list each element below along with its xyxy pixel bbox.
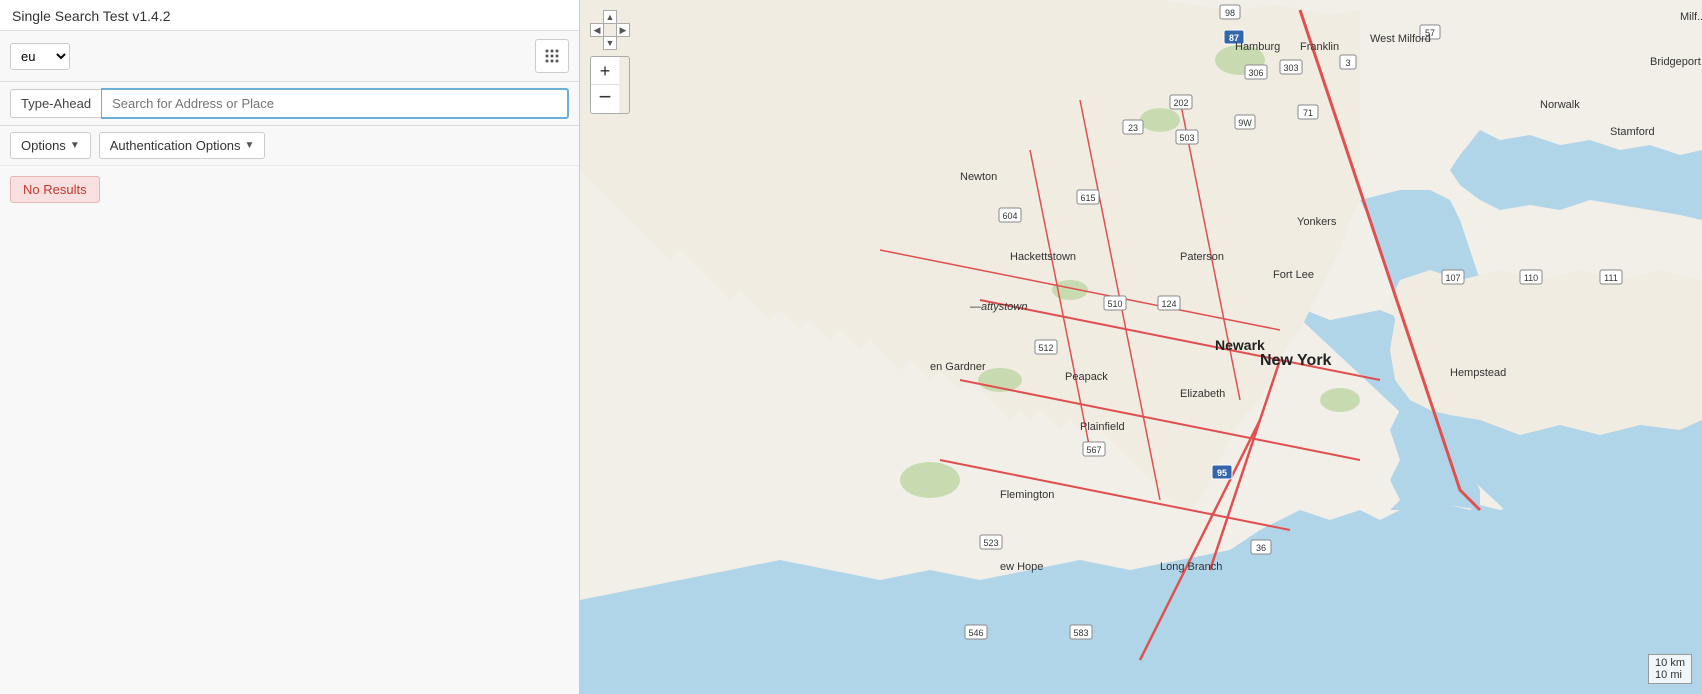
- svg-text:124: 124: [1161, 299, 1176, 309]
- zoom-controls: + −: [590, 56, 630, 114]
- auth-options-label: Authentication Options: [110, 138, 241, 153]
- svg-text:523: 523: [983, 538, 998, 548]
- svg-text:583: 583: [1073, 628, 1088, 638]
- svg-text:202: 202: [1173, 98, 1188, 108]
- svg-text:111: 111: [1604, 273, 1618, 283]
- svg-text:Franklin: Franklin: [1300, 41, 1339, 53]
- map-controls: ▲ ◀ ▶ ▼ + −: [590, 10, 630, 114]
- svg-text:Hempstead: Hempstead: [1450, 367, 1506, 379]
- svg-text:Peapack: Peapack: [1065, 371, 1108, 383]
- no-results-badge: No Results: [10, 176, 100, 203]
- svg-text:306: 306: [1248, 68, 1263, 78]
- top-controls: eu us ca au: [0, 31, 579, 82]
- auth-options-button[interactable]: Authentication Options ▼: [99, 132, 266, 159]
- svg-text:Newark: Newark: [1215, 337, 1265, 353]
- options-label: Options: [21, 138, 66, 153]
- svg-text:Stamford: Stamford: [1610, 126, 1655, 138]
- svg-text:Flemington: Flemington: [1000, 489, 1054, 501]
- svg-text:23: 23: [1128, 123, 1138, 133]
- map-svg: 87 306 303 202 23 503 9W 71 3 57 98 604: [580, 0, 1702, 694]
- svg-text:Newton: Newton: [960, 171, 997, 183]
- svg-text:510: 510: [1107, 299, 1122, 309]
- scatter-icon: [543, 47, 561, 65]
- svg-text:West Milford: West Milford: [1370, 33, 1431, 45]
- svg-text:en Gardner: en Gardner: [930, 361, 986, 373]
- svg-text:567: 567: [1086, 445, 1101, 455]
- results-area: No Results: [0, 166, 579, 694]
- svg-text:Long Branch: Long Branch: [1160, 561, 1222, 573]
- nav-down-button[interactable]: ▼: [603, 36, 617, 50]
- options-arrow-icon: ▼: [70, 140, 80, 151]
- svg-text:New York: New York: [1260, 352, 1332, 369]
- svg-text:Paterson: Paterson: [1180, 251, 1224, 263]
- scale-mi: 10 mi: [1655, 669, 1685, 681]
- svg-text:Elizabeth: Elizabeth: [1180, 388, 1225, 400]
- svg-text:303: 303: [1283, 63, 1298, 73]
- nav-right-button[interactable]: ▶: [616, 23, 630, 37]
- search-input[interactable]: [101, 88, 569, 119]
- svg-text:Milf...: Milf...: [1680, 11, 1702, 23]
- zoom-out-button[interactable]: −: [591, 85, 619, 113]
- left-panel: Single Search Test v1.4.2 eu us ca au Ty…: [0, 0, 580, 694]
- svg-text:110: 110: [1524, 273, 1538, 283]
- svg-text:604: 604: [1002, 211, 1017, 221]
- type-ahead-label: Type-Ahead: [10, 89, 101, 118]
- svg-text:Hackettstown: Hackettstown: [1010, 251, 1076, 263]
- options-row: Options ▼ Authentication Options ▼: [0, 126, 579, 166]
- svg-text:—attystown: —attystown: [969, 301, 1027, 313]
- svg-text:3: 3: [1345, 58, 1350, 68]
- svg-text:Yonkers: Yonkers: [1297, 216, 1337, 228]
- svg-text:503: 503: [1179, 133, 1194, 143]
- auth-options-arrow-icon: ▼: [245, 140, 255, 151]
- region-select[interactable]: eu us ca au: [10, 43, 70, 70]
- svg-text:Fort Lee: Fort Lee: [1273, 269, 1314, 281]
- search-row: Type-Ahead: [0, 82, 579, 126]
- svg-text:ew Hope: ew Hope: [1000, 561, 1043, 573]
- scale-bar: 10 km 10 mi: [1648, 654, 1692, 684]
- scale-km: 10 km: [1655, 657, 1685, 669]
- svg-text:107: 107: [1445, 273, 1460, 283]
- svg-text:Bridgeport: Bridgeport: [1650, 56, 1701, 68]
- app-title: Single Search Test v1.4.2: [0, 0, 579, 31]
- svg-text:Hamburg: Hamburg: [1235, 41, 1280, 53]
- nav-left-button[interactable]: ◀: [590, 23, 604, 37]
- zoom-in-button[interactable]: +: [591, 57, 619, 85]
- svg-text:512: 512: [1038, 343, 1053, 353]
- map-area: 87 306 303 202 23 503 9W 71 3 57 98 604: [580, 0, 1702, 694]
- svg-text:Norwalk: Norwalk: [1540, 99, 1580, 111]
- svg-text:615: 615: [1080, 193, 1095, 203]
- svg-text:36: 36: [1256, 543, 1266, 553]
- svg-text:98: 98: [1225, 8, 1235, 18]
- nav-cross: ▲ ◀ ▶ ▼: [590, 10, 630, 50]
- svg-text:95: 95: [1217, 468, 1227, 478]
- svg-text:546: 546: [968, 628, 983, 638]
- svg-text:Plainfield: Plainfield: [1080, 421, 1125, 433]
- scatter-btn[interactable]: [535, 39, 569, 73]
- options-button[interactable]: Options ▼: [10, 132, 91, 159]
- nav-up-button[interactable]: ▲: [603, 10, 617, 24]
- svg-text:71: 71: [1303, 108, 1313, 118]
- svg-text:9W: 9W: [1238, 118, 1252, 128]
